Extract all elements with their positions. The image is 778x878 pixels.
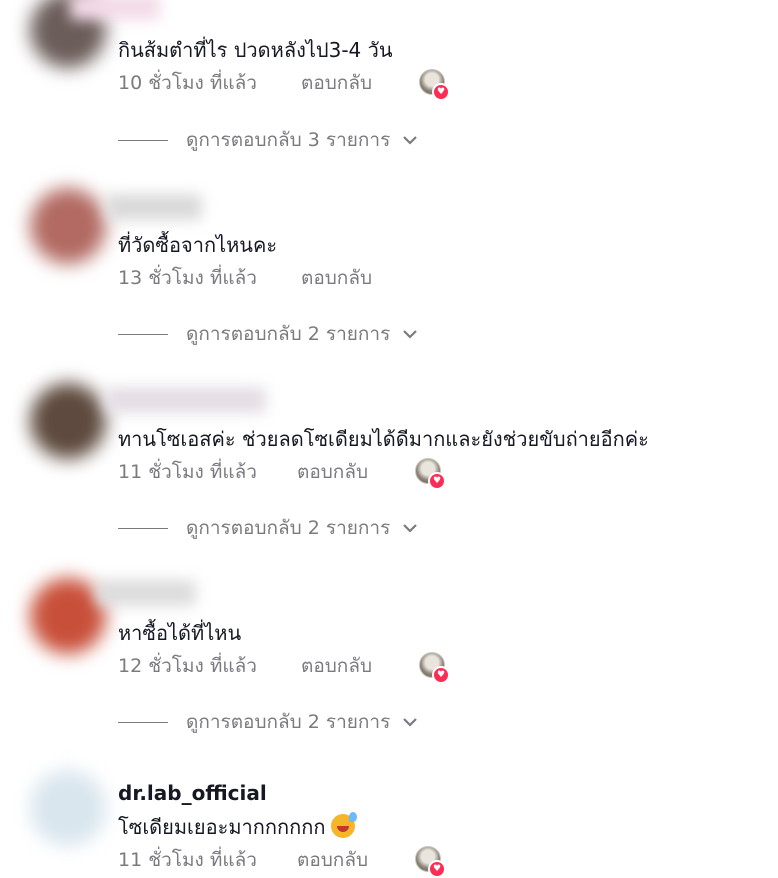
view-replies-label: ดูการตอบกลับ 3 รายการ <box>186 129 391 151</box>
comment-timestamp: 11 ชั่วโมง ที่แล้ว <box>118 461 257 483</box>
avatar[interactable] <box>30 188 106 264</box>
view-replies-button[interactable]: ดูการตอบกลับ 2 รายการ <box>118 710 420 734</box>
comment-text: โซเดียมเยอะมากกกกกก <box>118 811 358 843</box>
avatar[interactable] <box>30 770 106 846</box>
creator-liked-icon: ♥ <box>419 69 450 101</box>
reply-button[interactable]: ตอบกลับ <box>297 845 368 875</box>
reply-button[interactable]: ตอบกลับ <box>301 263 372 293</box>
creator-liked-icon: ♥ <box>415 458 446 490</box>
comment-username[interactable]: dr.lab_official <box>118 781 267 805</box>
username-blurred <box>106 194 202 220</box>
divider <box>118 527 168 529</box>
view-replies-label: ดูการตอบกลับ 2 รายการ <box>186 323 391 345</box>
comment-timestamp: 11 ชั่วโมง ที่แล้ว <box>118 849 257 871</box>
comment-text: หาซื้อได้ที่ไหน <box>118 621 242 645</box>
username-blurred <box>70 0 160 20</box>
comment-text: ทานโซเอสค่ะ ช่วยลดโซเดียมได้ดีมากและยังช… <box>118 427 649 451</box>
view-replies-label: ดูการตอบกลับ 2 รายการ <box>186 711 391 733</box>
reply-button[interactable]: ตอบกลับ <box>297 457 368 487</box>
reply-button[interactable]: ตอบกลับ <box>301 651 372 681</box>
view-replies-button[interactable]: ดูการตอบกลับ 2 รายการ <box>118 322 420 346</box>
chevron-down-icon <box>403 136 418 145</box>
comment-text-content: โซเดียมเยอะมากกกกกก <box>118 815 326 839</box>
avatar[interactable] <box>30 578 106 654</box>
avatar[interactable] <box>30 383 106 459</box>
username-blurred <box>106 387 266 413</box>
comment-timestamp: 12 ชั่วโมง ที่แล้ว <box>118 655 257 677</box>
comment-text: กินส้มตำที่ไร ปวดหลังไป3-4 วัน <box>118 38 393 62</box>
chevron-down-icon <box>403 718 418 727</box>
view-replies-button[interactable]: ดูการตอบกลับ 2 รายการ <box>118 516 420 540</box>
creator-liked-icon: ♥ <box>415 846 446 878</box>
comment-text: ที่วัดซื้อจากไหนคะ <box>118 233 278 257</box>
divider <box>118 721 168 723</box>
comment-timestamp: 13 ชั่วโมง ที่แล้ว <box>118 267 257 289</box>
username-blurred <box>96 580 196 606</box>
view-replies-button[interactable]: ดูการตอบกลับ 3 รายการ <box>118 128 420 152</box>
creator-liked-icon: ♥ <box>419 652 450 684</box>
divider <box>118 333 168 335</box>
grinning-sweat-emoji-icon <box>331 812 358 838</box>
reply-button[interactable]: ตอบกลับ <box>301 68 372 98</box>
chevron-down-icon <box>403 330 418 339</box>
divider <box>118 139 168 141</box>
comment-timestamp: 10 ชั่วโมง ที่แล้ว <box>118 72 257 94</box>
view-replies-label: ดูการตอบกลับ 2 รายการ <box>186 517 391 539</box>
chevron-down-icon <box>403 524 418 533</box>
